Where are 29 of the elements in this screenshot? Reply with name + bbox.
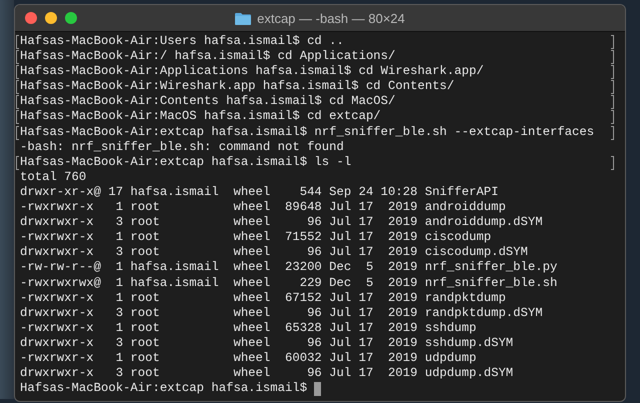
terminal-line: Hafsas-MacBook-Air:extcap hafsa.ismail$ ls -l bbox=[20, 154, 352, 170]
terminal-line: Hafsas-MacBook-Air:extcap hafsa.ismail$ nrf_sniffer_ble.sh --extcap-interfaces bbox=[20, 124, 594, 140]
terminal-line: -rwxrwxr-x 1 root wheel 71552 Jul 17 2019 ciscodump bbox=[20, 230, 492, 246]
terminal-line: Hafsas-MacBook-Air:Wireshark.app hafsa.ismail$ cd Contents/ bbox=[20, 79, 454, 94]
terminal-line: -bash: nrf_sniffer_ble.sh: command not found bbox=[20, 140, 344, 155]
folder-icon bbox=[235, 12, 252, 24]
terminal-line: Hafsas-MacBook-Air:/ hafsa.ismail$ cd Applications/ bbox=[20, 49, 396, 64]
terminal-line: Hafsas-MacBook-Air:Contents hafsa.ismail$ cd MacOS/ bbox=[20, 94, 396, 110]
terminal-line: drwxrwxr-x 3 root wheel 96 Jul 17 2019 udpdump.dSYM bbox=[20, 366, 514, 382]
terminal-line: Hafsas-MacBook-Air:extcap hafsa.ismail$ bbox=[20, 381, 308, 396]
terminal-line: -rw-rw-r--@ 1 hafsa.ismail wheel 23200 Dec 5 2019 nrf_sniffer_ble.py bbox=[20, 260, 558, 276]
terminal-line: drwxr-xr-x@ 17 hafsa.ismail wheel 544 Sep 24 10:28 SnifferAPI bbox=[20, 184, 498, 200]
terminal-line: Hafsas-MacBook-Air:Users hafsa.ismail$ cd .. bbox=[20, 34, 344, 50]
terminal-line: -rwxrwxr-x 1 root wheel 89648 Jul 17 2019 androiddump bbox=[20, 200, 506, 216]
terminal-line: -rwxrwxrwx@ 1 hafsa.ismail wheel 229 Dec 5 2019 nrf_sniffer_ble.sh bbox=[20, 276, 558, 291]
terminal-line: -rwxrwxr-x 1 root wheel 67152 Jul 17 2019 randpktdump bbox=[20, 290, 506, 306]
minimize-button[interactable] bbox=[45, 12, 57, 24]
terminal-line: -rwxrwxr-x 1 root wheel 65328 Jul 17 2019 sshdump bbox=[20, 320, 476, 336]
terminal-line: drwxrwxr-x 3 root wheel 96 Jul 17 2019 ciscodump.dSYM bbox=[20, 245, 528, 260]
terminal-line: Hafsas-MacBook-Air:Applications hafsa.ismail$ cd Wireshark.app/ bbox=[20, 64, 484, 80]
terminal-line: drwxrwxr-x 3 root wheel 96 Jul 17 2019 sshdump.dSYM bbox=[20, 336, 514, 351]
terminal-line: -rwxrwxr-x 1 root wheel 60032 Jul 17 2019 udpdump bbox=[20, 350, 476, 366]
terminal-line: drwxrwxr-x 3 root wheel 96 Jul 17 2019 androiddump.dSYM bbox=[20, 215, 543, 230]
terminal-line: total 760 bbox=[20, 170, 86, 185]
terminal-line: Hafsas-MacBook-Air:MacOS hafsa.ismail$ cd extcap/ bbox=[20, 109, 381, 125]
zoom-button[interactable] bbox=[65, 12, 77, 24]
close-button[interactable] bbox=[25, 12, 37, 24]
window-title: extcap — -bash — 80×24 bbox=[257, 10, 405, 26]
terminal-line: drwxrwxr-x 3 root wheel 96 Jul 17 2019 randpktdump.dSYM bbox=[20, 306, 543, 321]
